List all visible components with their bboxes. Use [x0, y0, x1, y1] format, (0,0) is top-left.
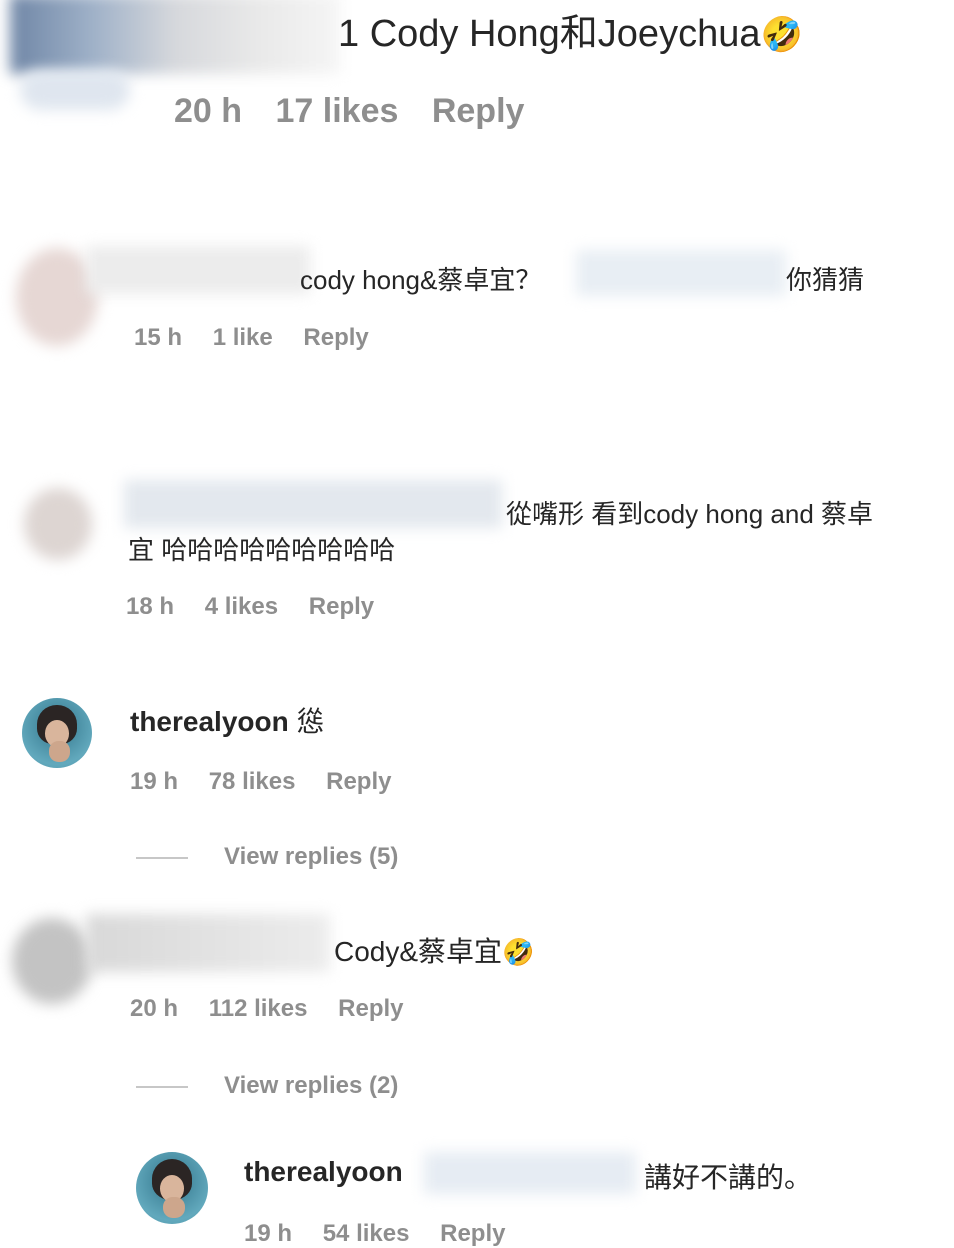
comment-text: 慫 [296, 706, 325, 737]
reply-button[interactable]: Reply [432, 92, 525, 130]
like-count[interactable]: 17 likes [276, 92, 399, 130]
reply-username: therealyoon [244, 1156, 403, 1188]
redacted-avatar-block [10, 0, 340, 74]
redacted-avatar [24, 488, 92, 560]
timestamp: 20 h [130, 995, 179, 1022]
reply-button[interactable]: Reply [326, 768, 391, 795]
username[interactable]: therealyoon [130, 706, 289, 737]
comment-meta: 15 h 1 like Reply [134, 324, 393, 352]
redacted-shadow [20, 70, 130, 110]
username[interactable]: therealyoon [244, 1156, 403, 1187]
timestamp: 19 h [130, 768, 179, 795]
redacted-avatar [12, 918, 92, 1004]
reply-button[interactable]: Reply [338, 995, 403, 1022]
comment-body: therealyoon 慫 [130, 700, 325, 740]
view-replies-button[interactable]: View replies (5) [224, 843, 398, 871]
like-count[interactable]: 1 like [213, 324, 273, 351]
replies-divider [136, 1086, 188, 1088]
redacted-mention [424, 1152, 636, 1194]
comment-text-tail: 你猜猜 [786, 265, 865, 295]
avatar[interactable] [22, 698, 92, 768]
redacted-username-mention [124, 480, 502, 528]
reply-button[interactable]: Reply [303, 324, 368, 351]
comment-meta: 20 h 112 likes Reply [130, 995, 428, 1023]
comment-text: Cody&蔡卓宜🤣 [334, 936, 535, 967]
like-count[interactable]: 4 likes [205, 593, 278, 620]
view-replies-button[interactable]: View replies (2) [224, 1072, 398, 1100]
comment-text: 1 Cody Hong和Joeychua🤣 [338, 13, 803, 55]
rofl-emoji-icon: 🤣 [760, 16, 803, 54]
reply-text: 講好不講的。 [644, 1162, 813, 1193]
avatar-hand [48, 741, 70, 763]
redacted-mention [576, 250, 786, 296]
timestamp: 15 h [134, 324, 183, 351]
comment-meta: 20 h 17 likes Reply [174, 92, 548, 131]
reply-button[interactable]: Reply [309, 593, 374, 620]
like-count[interactable]: 112 likes [209, 995, 308, 1022]
timestamp: 18 h [126, 593, 175, 620]
reply-button[interactable]: Reply [440, 1220, 505, 1247]
redacted-username [86, 246, 310, 294]
comment-text: 從嘴形 看到cody hong and 蔡卓 [506, 499, 874, 529]
redacted-username [86, 914, 330, 972]
comment-meta: 18 h 4 likes Reply [126, 593, 398, 621]
comment-meta: 19 h 78 likes Reply [130, 768, 415, 796]
replies-divider [136, 857, 188, 859]
rofl-emoji-icon: 🤣 [502, 937, 535, 967]
avatar[interactable] [136, 1152, 208, 1224]
avatar-hand [163, 1196, 185, 1219]
timestamp: 20 h [174, 92, 243, 130]
like-count[interactable]: 54 likes [323, 1220, 410, 1247]
timestamp: 19 h [244, 1220, 293, 1247]
comment-text: cody hong&蔡卓宜？ [300, 265, 542, 295]
like-count[interactable]: 78 likes [209, 768, 296, 795]
comment-text-line2: 宜 哈哈哈哈哈哈哈哈哈 [128, 535, 396, 565]
